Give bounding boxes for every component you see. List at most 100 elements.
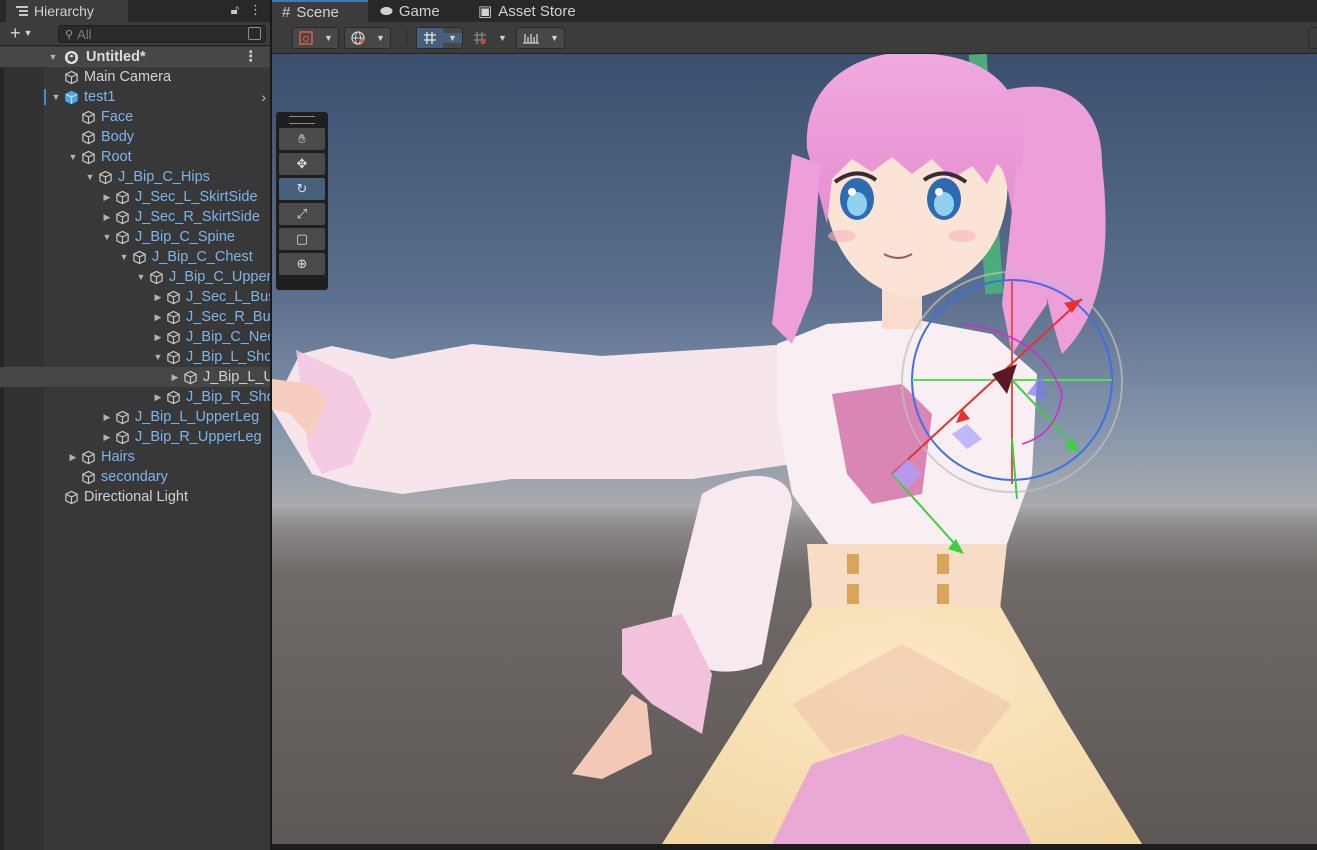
render-mode-dropdown[interactable]: ▼	[344, 27, 391, 49]
hierarchy-row[interactable]: Face	[0, 107, 270, 127]
expand-arrow-icon[interactable]: ▶	[101, 207, 113, 227]
caret-down-icon: ▼	[376, 33, 385, 43]
caret-down-icon: ▼	[498, 33, 507, 43]
scale-tool-button[interactable]: ⤢	[279, 203, 325, 225]
rotate-icon: ↻	[296, 181, 308, 196]
caret-down-icon: ▼	[443, 33, 462, 43]
hierarchy-row[interactable]: ▼ J_Bip_L_Shoulder	[0, 347, 270, 367]
hierarchy-row[interactable]: ▼ J_Bip_C_Chest	[0, 247, 270, 267]
hierarchy-item-label: Hairs	[101, 449, 135, 465]
gameobject-cube-icon	[81, 450, 96, 465]
plus-icon: +	[10, 23, 21, 43]
expand-arrow-icon[interactable]: ▶	[101, 427, 113, 447]
hierarchy-row[interactable]: ▶ J_Sec_L_Bust1	[0, 287, 270, 307]
hierarchy-row[interactable]: ▶ Hairs	[0, 447, 270, 467]
hierarchy-item-label: Body	[101, 129, 135, 145]
collapse-arrow-icon[interactable]: ▼	[118, 247, 130, 267]
collapse-arrow-icon[interactable]: ▼	[84, 167, 96, 187]
gameobject-cube-icon	[64, 70, 79, 85]
hierarchy-row[interactable]: ▼ Root	[0, 147, 270, 167]
transform-tool-button[interactable]: ⊕	[279, 253, 325, 275]
hand-icon: ✋︎	[298, 131, 306, 146]
add-object-button[interactable]: + ▼	[10, 24, 32, 42]
expand-arrow-icon[interactable]: ▶	[67, 447, 79, 467]
caret-down-icon: ▼	[23, 28, 33, 38]
overflow-button[interactable]	[1308, 27, 1317, 49]
caret-down-icon: ▼	[324, 33, 333, 43]
hierarchy-row[interactable]: ▶ J_Bip_R_Shoulder	[0, 387, 270, 407]
hierarchy-row[interactable]: ▼ test1 ›	[0, 87, 270, 107]
hierarchy-panel: Hierarchy 🔓︎ ⋮ + ▼ ⚲ All ▼ Untitled* ⋮ M…	[0, 0, 270, 850]
open-prefab-chevron-icon[interactable]: ›	[261, 87, 266, 107]
gameobject-cube-icon	[132, 250, 147, 265]
character-model	[272, 54, 1142, 844]
search-options-icon[interactable]	[248, 27, 261, 40]
hand-tool-button[interactable]: ✋︎	[279, 128, 325, 150]
increment-snap-dropdown[interactable]: ▼	[466, 27, 513, 49]
tool-palette: ✋︎ ✥ ↻ ⤢ ▢ ⊕	[276, 112, 328, 290]
hierarchy-row[interactable]: ▶ J_Bip_R_UpperLeg	[0, 427, 270, 447]
hierarchy-row[interactable]: Body	[0, 127, 270, 147]
collapse-arrow-icon[interactable]: ▼	[135, 267, 147, 287]
grid-snap-dropdown[interactable]: ▼	[416, 27, 463, 49]
gameobject-cube-icon	[115, 430, 130, 445]
gameobject-cube-icon	[166, 390, 181, 405]
hierarchy-item-label: J_Sec_L_SkirtSide	[135, 189, 258, 205]
hierarchy-row[interactable]: secondary	[0, 467, 270, 487]
tab-scene[interactable]: # Scene	[272, 0, 368, 22]
collapse-arrow-icon[interactable]: ▼	[152, 347, 164, 367]
hierarchy-search-input[interactable]: ⚲ All	[58, 25, 266, 43]
grip-handle[interactable]	[289, 116, 315, 124]
ruler-icon	[517, 28, 545, 48]
move-tool-button[interactable]: ✥	[279, 153, 325, 175]
expand-arrow-icon[interactable]: ▶	[152, 327, 164, 347]
hierarchy-tab-bar: Hierarchy 🔓︎ ⋮	[0, 0, 270, 22]
rotate-tool-button[interactable]: ↻	[279, 178, 325, 200]
hierarchy-row[interactable]: ▶ J_Bip_C_Neck	[0, 327, 270, 347]
move-icon: ✥	[296, 156, 308, 171]
hierarchy-item-label: J_Bip_L_UpperArm	[203, 369, 270, 385]
expand-arrow-icon[interactable]: ▶	[169, 367, 181, 387]
collapse-arrow-icon[interactable]: ▼	[101, 227, 113, 247]
rect-tool-button[interactable]: ▢	[279, 228, 325, 250]
gameobject-cube-icon	[81, 130, 96, 145]
scene-panel: # Scene ⬬ Game ▣ Asset Store ▼ ▼ ▼ ▼ ▼ ✋…	[272, 0, 1317, 850]
kebab-menu-icon[interactable]: ⋮	[249, 2, 262, 18]
expand-arrow-icon[interactable]: ▶	[101, 407, 113, 427]
expand-arrow-icon[interactable]: ▶	[152, 307, 164, 327]
gameobject-cube-icon	[166, 350, 181, 365]
expand-arrow-icon[interactable]: ▶	[152, 287, 164, 307]
hierarchy-row[interactable]: Directional Light	[0, 487, 270, 507]
hierarchy-item-label: Main Camera	[84, 69, 172, 85]
collapse-arrow-icon[interactable]: ▼	[67, 147, 79, 167]
hierarchy-row[interactable]: ▶ J_Sec_R_SkirtSide	[0, 207, 270, 227]
hierarchy-row[interactable]: ▼ J_Bip_C_Spine	[0, 227, 270, 247]
collapse-arrow-icon[interactable]: ▼	[50, 87, 62, 107]
tab-asset-store[interactable]: ▣ Asset Store	[468, 0, 586, 22]
hierarchy-row[interactable]: ▼ J_Bip_C_UpperChest	[0, 267, 270, 287]
gameobject-cube-icon	[115, 410, 130, 425]
draw-mode-dropdown[interactable]: ▼	[292, 27, 339, 49]
tab-game[interactable]: ⬬ Game	[370, 0, 450, 22]
prefab-cube-icon	[64, 90, 79, 105]
expand-arrow-icon[interactable]: ▼	[47, 47, 59, 67]
scene-viewport[interactable]: ✋︎ ✥ ↻ ⤢ ▢ ⊕	[272, 54, 1317, 844]
gameobject-cube-icon	[81, 110, 96, 125]
hierarchy-row[interactable]: Main Camera	[0, 67, 270, 87]
gamepad-icon: ⬬	[380, 2, 393, 20]
selection-indicator	[44, 89, 46, 105]
hierarchy-row[interactable]: ▼ J_Bip_C_Hips	[0, 167, 270, 187]
scene-name: Untitled*	[86, 49, 146, 65]
expand-arrow-icon[interactable]: ▶	[152, 387, 164, 407]
hierarchy-row[interactable]: ▶ J_Sec_L_SkirtSide	[0, 187, 270, 207]
hierarchy-row[interactable]: ▶ J_Sec_R_Bust1	[0, 307, 270, 327]
hierarchy-row[interactable]: ▶ J_Bip_L_UpperLeg	[0, 407, 270, 427]
ruler-dropdown[interactable]: ▼	[516, 27, 565, 49]
expand-arrow-icon[interactable]: ▶	[101, 187, 113, 207]
hierarchy-item-label: J_Bip_R_UpperLeg	[135, 429, 262, 445]
hierarchy-tab[interactable]: Hierarchy	[6, 0, 128, 22]
lock-icon[interactable]: 🔓︎	[231, 2, 239, 18]
scene-menu-icon[interactable]: ⋮	[244, 47, 259, 67]
hierarchy-row[interactable]: ▶ J_Bip_L_UpperArm	[0, 367, 270, 387]
scene-row[interactable]: ▼ Untitled* ⋮	[0, 47, 270, 67]
